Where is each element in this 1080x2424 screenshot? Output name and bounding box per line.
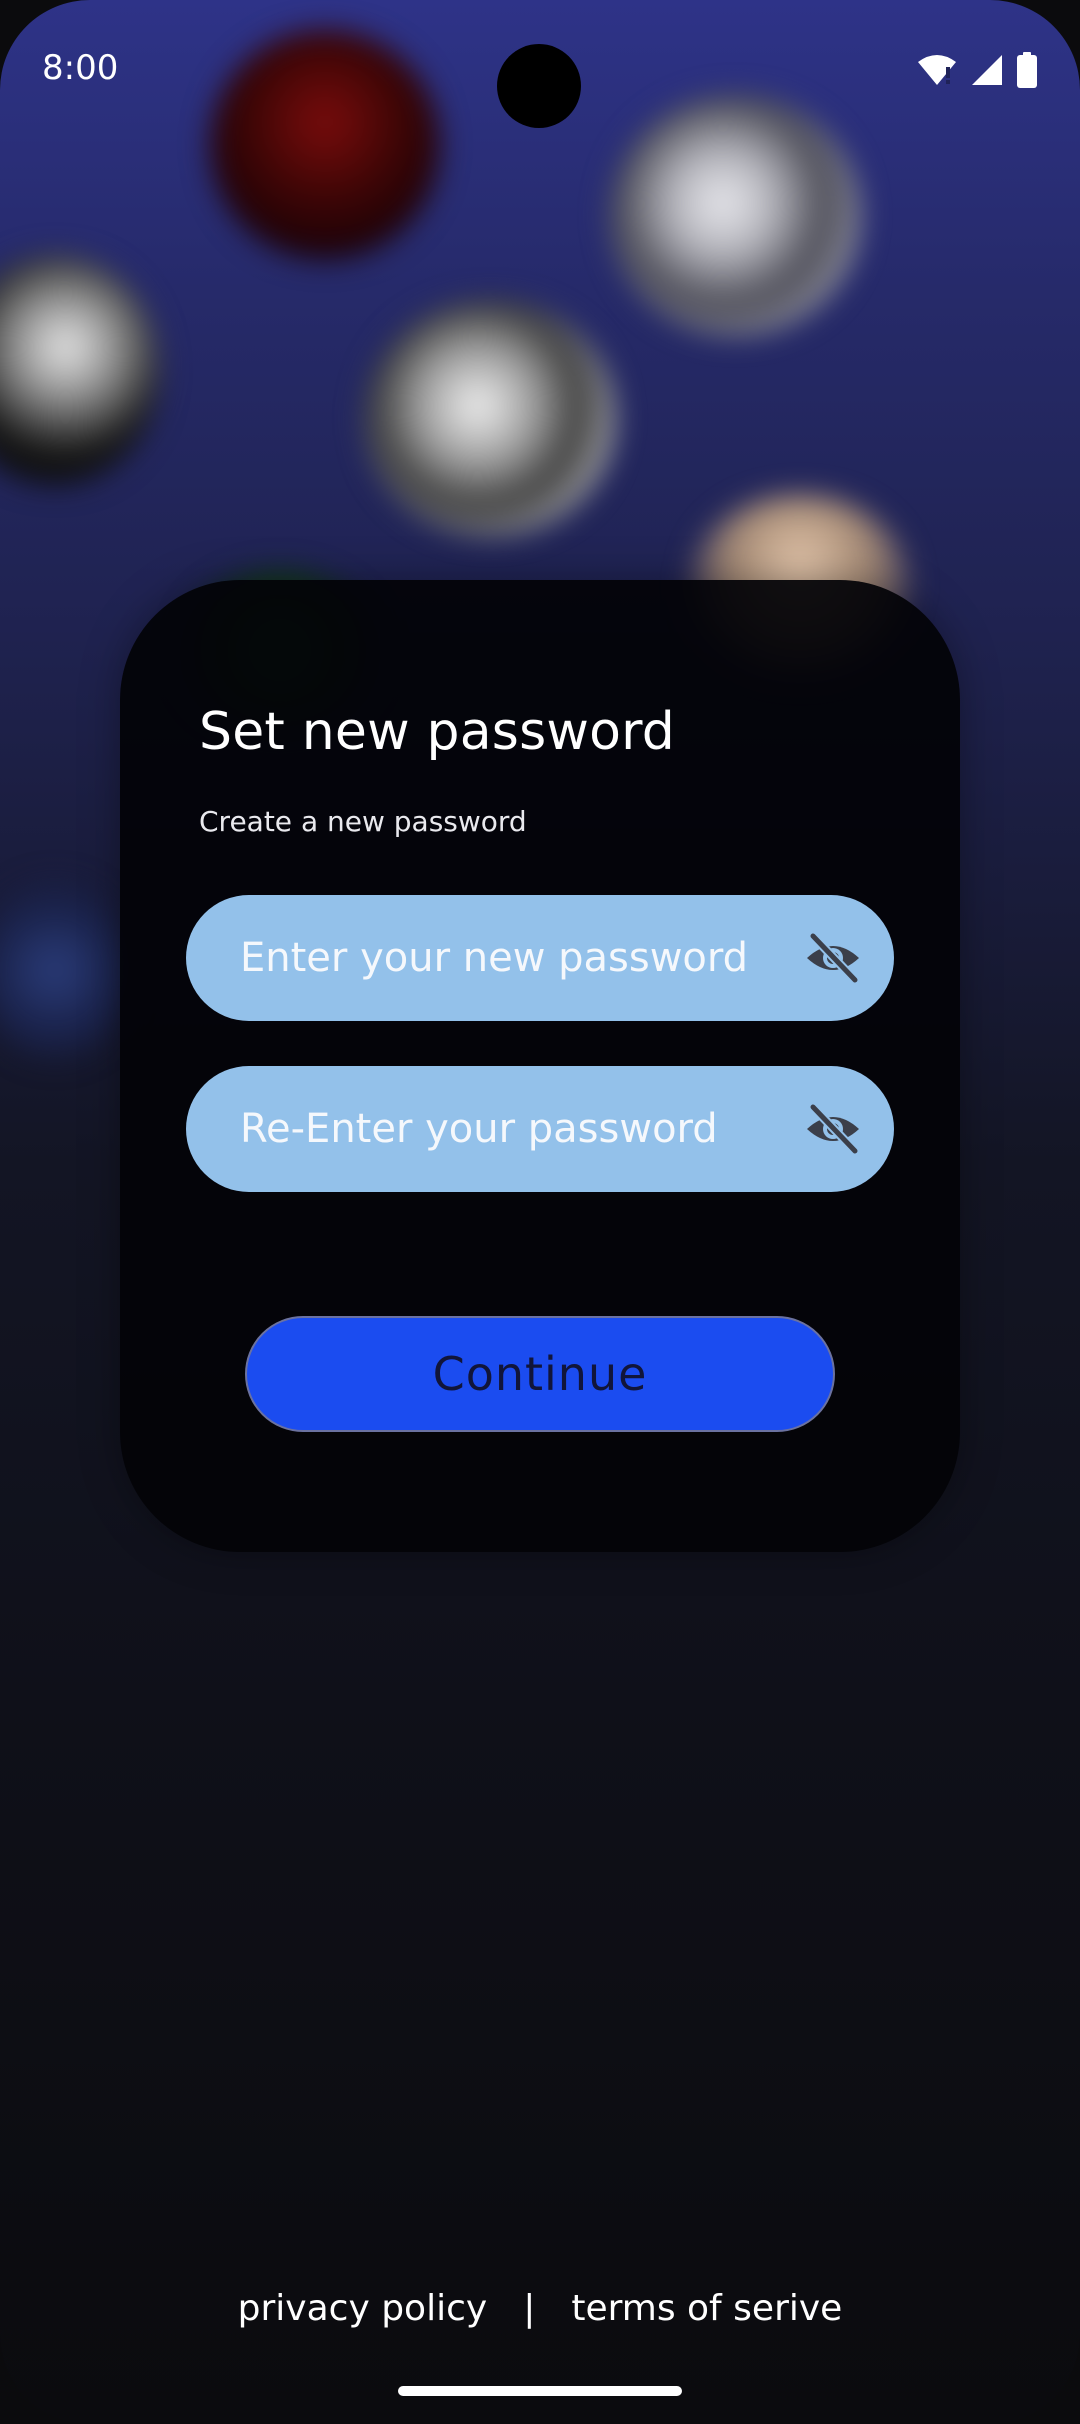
continue-button[interactable]: Continue: [245, 1316, 835, 1432]
footer-links: privacy policy | terms of serive: [0, 2288, 1080, 2329]
signal-icon: [972, 55, 1002, 85]
camera-cutout: [497, 44, 581, 128]
background-avatar: [365, 300, 615, 535]
footer-separator: |: [523, 2288, 536, 2329]
eye-off-icon[interactable]: [804, 1101, 862, 1157]
privacy-policy-link[interactable]: privacy policy: [238, 2288, 488, 2329]
eye-off-icon[interactable]: [804, 930, 862, 986]
terms-of-service-link[interactable]: terms of serive: [571, 2288, 842, 2329]
background-avatar: [0, 255, 160, 485]
home-indicator[interactable]: [398, 2386, 682, 2396]
reenter-password-field[interactable]: [186, 1066, 894, 1192]
new-password-field[interactable]: [186, 895, 894, 1021]
page-subtitle: Create a new password: [199, 805, 527, 838]
screen: 8:00 Set new password Create a new passw…: [0, 0, 1080, 2424]
battery-icon: [1017, 52, 1037, 88]
background-avatar: [210, 30, 440, 260]
reenter-password-input[interactable]: [238, 1105, 762, 1153]
background-avatar: [610, 95, 860, 335]
background-avatar: [0, 880, 130, 1060]
status-icons: [916, 52, 1038, 88]
wifi-alert-icon: [918, 55, 956, 85]
new-password-input[interactable]: [238, 934, 762, 982]
status-time: 8:00: [42, 48, 119, 88]
page-title: Set new password: [199, 702, 675, 762]
